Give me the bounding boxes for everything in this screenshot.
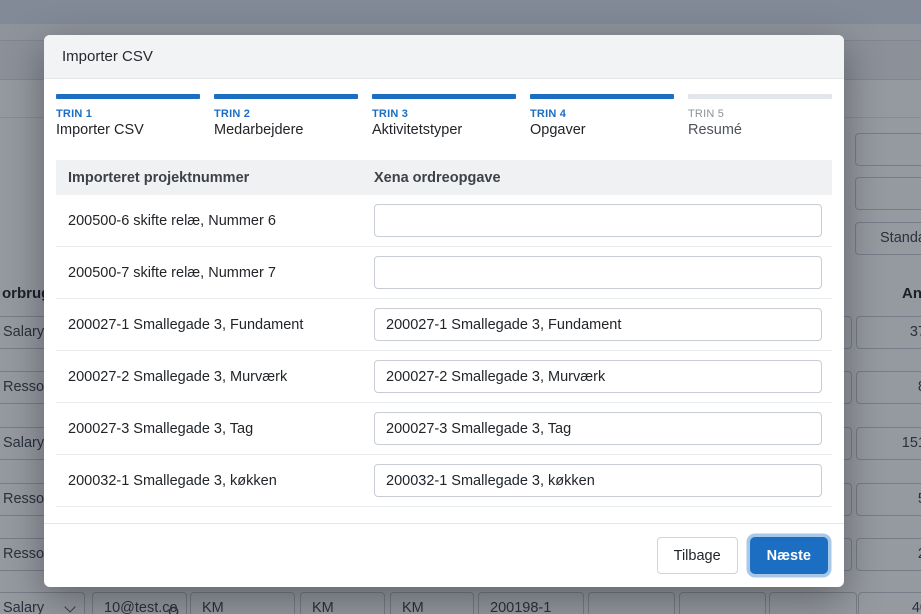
step-title: Resumé	[688, 122, 832, 138]
table-row: 200032-1 Smallegade 3, køkken	[56, 455, 832, 507]
step-progress-bar	[56, 94, 200, 99]
wizard-steps: TRIN 1 Importer CSV TRIN 2 Medarbejdere …	[56, 94, 832, 138]
xena-task-input[interactable]	[374, 204, 822, 237]
step-3-aktivitetstyper: TRIN 3 Aktivitetstyper	[372, 94, 516, 138]
column-header-imported: Importeret projektnummer	[56, 170, 374, 186]
step-title: Opgaver	[530, 122, 674, 138]
modal-header: Importer CSV	[44, 35, 844, 79]
table-row: 200500-7 skifte relæ, Nummer 7	[56, 247, 832, 299]
imported-project-label: 200032-1 Smallegade 3, køkken	[56, 473, 374, 489]
imported-project-label: 200027-3 Smallegade 3, Tag	[56, 421, 374, 437]
imported-project-label: 200027-1 Smallegade 3, Fundament	[56, 317, 374, 333]
step-progress-bar	[372, 94, 516, 99]
step-title: Medarbejdere	[214, 122, 358, 138]
step-label: TRIN 5	[688, 108, 832, 120]
step-5-resume: TRIN 5 Resumé	[688, 94, 832, 138]
modal-body: TRIN 1 Importer CSV TRIN 2 Medarbejdere …	[44, 79, 844, 523]
step-label: TRIN 3	[372, 108, 516, 120]
table-row: 200027-3 Smallegade 3, Tag	[56, 403, 832, 455]
imported-project-label: 200500-7 skifte relæ, Nummer 7	[56, 265, 374, 281]
step-progress-bar	[530, 94, 674, 99]
step-title: Aktivitetstyper	[372, 122, 516, 138]
step-progress-bar	[214, 94, 358, 99]
back-button[interactable]: Tilbage	[657, 537, 738, 574]
imported-project-label: 200500-6 skifte relæ, Nummer 6	[56, 213, 374, 229]
import-csv-modal: Importer CSV TRIN 1 Importer CSV TRIN 2 …	[44, 35, 844, 587]
column-header-xena: Xena ordreopgave	[374, 170, 832, 186]
xena-task-input[interactable]	[374, 308, 822, 341]
table-row: 200027-2 Smallegade 3, Murværk	[56, 351, 832, 403]
step-label: TRIN 2	[214, 108, 358, 120]
xena-task-input[interactable]	[374, 360, 822, 393]
step-1-importer-csv: TRIN 1 Importer CSV	[56, 94, 200, 138]
xena-task-input[interactable]	[374, 256, 822, 289]
step-title: Importer CSV	[56, 122, 200, 138]
next-button[interactable]: Næste	[750, 537, 828, 574]
step-progress-bar	[688, 94, 832, 99]
imported-project-label: 200027-2 Smallegade 3, Murværk	[56, 369, 374, 385]
table-row: 200027-1 Smallegade 3, Fundament	[56, 299, 832, 351]
mapping-table-header: Importeret projektnummer Xena ordreopgav…	[56, 160, 832, 195]
step-label: TRIN 4	[530, 108, 674, 120]
step-label: TRIN 1	[56, 108, 200, 120]
step-4-opgaver: TRIN 4 Opgaver	[530, 94, 674, 138]
step-2-medarbejdere: TRIN 2 Medarbejdere	[214, 94, 358, 138]
xena-task-input[interactable]	[374, 412, 822, 445]
modal-footer: Tilbage Næste	[44, 523, 844, 587]
xena-task-input[interactable]	[374, 464, 822, 497]
table-row: 200500-6 skifte relæ, Nummer 6	[56, 195, 832, 247]
modal-title: Importer CSV	[62, 48, 153, 65]
